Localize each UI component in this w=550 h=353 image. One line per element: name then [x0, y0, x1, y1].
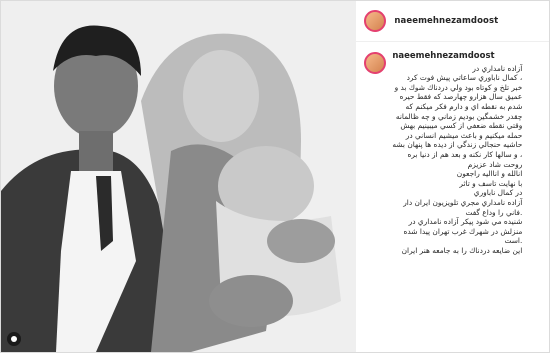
caption-line: حمله ميكنيم و باعث ميشيم انساني در	[405, 130, 523, 140]
caption-line: چقدر خشمگين بوديم زماني و چه ظالمانه	[395, 111, 523, 121]
caption-line: منزلش در شهرك غرب تهران پيدا شده	[403, 226, 523, 236]
caption-avatar[interactable]	[364, 52, 387, 74]
caption-line: عميق سال هزارو چهارصد كه فقط حيره	[399, 92, 523, 102]
header-username[interactable]: naeemehnezamdoost	[394, 16, 498, 26]
post-sidebar: naeemehnezamdoost naeemehnezamdoost آزاد…	[355, 1, 549, 352]
caption-line: آزاده نامداري مجري تلويزيون ايران دار	[403, 197, 523, 207]
caption-line: اين ضايعه دردناك را به جامعه هنر ايران	[401, 245, 523, 255]
caption-comment: naeemehnezamdoost آزاده نامداري در ، كما…	[356, 42, 549, 255]
caption-line: ، كمال ناباوري ساعاتي پيش فوت كرد	[406, 73, 523, 83]
user-circle-icon[interactable]	[7, 332, 21, 346]
caption-line: خبر تلخ و كوتاه بود ولي دردناك شوك بد و	[394, 82, 523, 92]
caption-text: naeemehnezamdoost آزاده نامداري در ، كما…	[392, 51, 523, 255]
post-header: naeemehnezamdoost	[356, 1, 549, 42]
caption-line: .است	[504, 236, 523, 246]
caption-line: ، و سالها كار نكنه و بعد هم از دنيا بره	[407, 149, 523, 159]
caption-line: آزاده نامداري در	[472, 63, 523, 73]
caption-line: شدم به نقطه اي و دارم فكر ميكنم كه	[405, 101, 523, 111]
post-photo[interactable]	[1, 1, 356, 352]
caption-line: .فاني را وداع گفت	[465, 207, 523, 217]
caption-line: شنيده مي شود پيكر آزاده نامداري در	[408, 217, 523, 227]
caption-line: انالله و اناالیه راجعون	[456, 169, 523, 179]
family-photo-illustration	[1, 1, 356, 352]
caption-username[interactable]: naeemehnezamdoost	[392, 51, 522, 62]
caption-line: حاشيه حنجالي زندگي از ديده ها پنهان بشه	[392, 140, 523, 150]
caption-line: روحت شاد عزيزم	[467, 159, 523, 169]
caption-line: در كمال ناباوري	[473, 188, 523, 198]
caption-line: با نهايت تاسف و تاثر	[459, 178, 523, 188]
caption-line: وقتي نقطه ضعفي از كسي ميبينيم بهش	[400, 121, 523, 131]
instagram-post-card: naeemehnezamdoost naeemehnezamdoost آزاد…	[0, 0, 550, 353]
avatar[interactable]	[364, 10, 387, 32]
